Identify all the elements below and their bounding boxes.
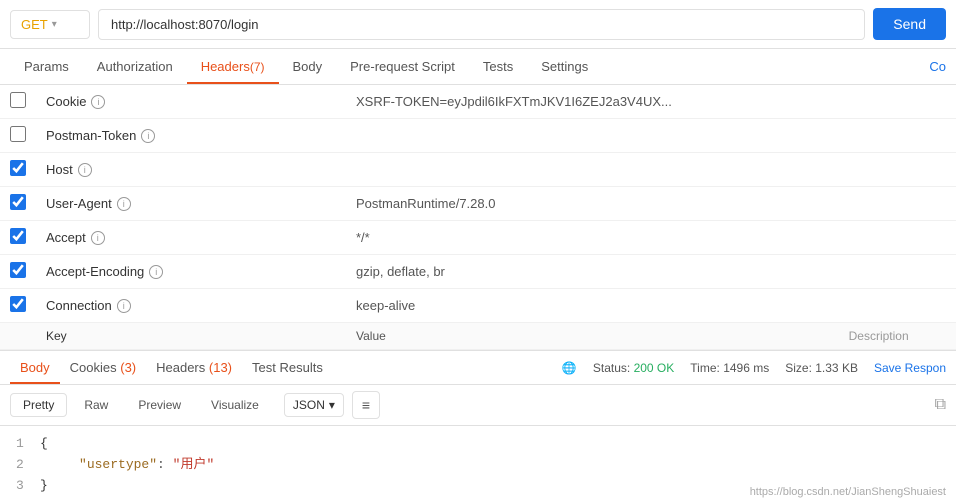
headers-badge: (13) <box>209 360 232 375</box>
header-checkbox-0[interactable] <box>10 92 26 108</box>
header-desc-2 <box>839 153 956 187</box>
cookies-badge: (3) <box>120 360 136 375</box>
info-icon-0[interactable]: i <box>91 95 105 109</box>
col-value: Value <box>346 323 839 350</box>
watermark: https://blog.csdn.net/JianShengShuaiest <box>750 486 946 498</box>
tab-prerequest[interactable]: Pre-request Script <box>336 49 469 84</box>
request-tabs: Params Authorization Headers(7) Body Pre… <box>0 49 956 85</box>
header-value-5: gzip, deflate, br <box>346 255 839 289</box>
table-row: User-Agent i PostmanRuntime/7.28.0 <box>0 187 956 221</box>
globe-icon: 🌐 <box>562 361 577 375</box>
tab-more[interactable]: Co <box>929 59 946 74</box>
header-checkbox-1[interactable] <box>10 126 26 142</box>
info-icon-1[interactable]: i <box>141 129 155 143</box>
tab-settings[interactable]: Settings <box>527 49 602 84</box>
response-tabs-row: Body Cookies (3) Headers (13) Test Resul… <box>0 351 956 385</box>
table-row: Cookie i XSRF-TOKEN=eyJpdil6IkFXTmJKV1I6… <box>0 85 956 119</box>
header-checkbox-6[interactable] <box>10 296 26 312</box>
header-value-0: XSRF-TOKEN=eyJpdil6IkFXTmJKV1I6ZEJ2a3V4U… <box>346 85 839 119</box>
format-chevron-icon: ▾ <box>329 398 335 412</box>
tab-authorization[interactable]: Authorization <box>83 49 187 84</box>
col-description: Description <box>839 323 956 350</box>
copy-icon[interactable]: ⧉ <box>935 396 946 414</box>
json-line-2: 2 "usertype": "用户" <box>16 455 940 476</box>
format-label: JSON <box>293 398 325 412</box>
header-desc-0 <box>839 85 956 119</box>
table-row: Postman-Token i <box>0 119 956 153</box>
view-tab-preview[interactable]: Preview <box>125 393 194 417</box>
method-chevron-icon: ▾ <box>52 19 57 30</box>
send-button[interactable]: Send <box>873 8 946 40</box>
table-row: Accept-Encoding i gzip, deflate, br <box>0 255 956 289</box>
table-row: Connection i keep-alive <box>0 289 956 323</box>
tab-params[interactable]: Params <box>10 49 83 84</box>
header-key-5: Accept-Encoding <box>46 264 144 279</box>
response-tab-cookies-label: Cookies <box>70 360 117 375</box>
response-section: Body Cookies (3) Headers (13) Test Resul… <box>0 350 956 504</box>
header-checkbox-5[interactable] <box>10 262 26 278</box>
header-desc-1 <box>839 119 956 153</box>
url-input[interactable] <box>98 9 865 40</box>
response-tab-cookies[interactable]: Cookies (3) <box>60 351 146 384</box>
header-desc-4 <box>839 221 956 255</box>
view-tab-raw[interactable]: Raw <box>71 393 121 417</box>
view-tab-pretty[interactable]: Pretty <box>10 393 67 417</box>
response-tab-testresults-label: Test Results <box>252 360 323 375</box>
header-checkbox-2[interactable] <box>10 160 26 176</box>
header-key-4: Accept <box>46 230 86 245</box>
header-desc-6 <box>839 289 956 323</box>
info-icon-5[interactable]: i <box>149 265 163 279</box>
tab-tests[interactable]: Tests <box>469 49 527 84</box>
response-tab-testresults[interactable]: Test Results <box>242 351 333 384</box>
headers-table: Cookie i XSRF-TOKEN=eyJpdil6IkFXTmJKV1I6… <box>0 85 956 350</box>
header-checkbox-4[interactable] <box>10 228 26 244</box>
column-header-row: Key Value Description <box>0 323 956 350</box>
header-desc-3 <box>839 187 956 221</box>
header-key-2: Host <box>46 162 73 177</box>
header-value-2 <box>346 153 839 187</box>
method-select[interactable]: GET ▾ <box>10 10 90 39</box>
header-value-3: PostmanRuntime/7.28.0 <box>346 187 839 221</box>
info-icon-3[interactable]: i <box>117 197 131 211</box>
header-key-1: Postman-Token <box>46 128 136 143</box>
info-icon-4[interactable]: i <box>91 231 105 245</box>
col-key: Key <box>36 323 346 350</box>
save-response-link[interactable]: Save Respon <box>874 361 946 375</box>
tab-body[interactable]: Body <box>279 49 337 84</box>
response-tab-body[interactable]: Body <box>10 351 60 384</box>
table-row: Host i <box>0 153 956 187</box>
wrap-icon[interactable]: ≡ <box>352 391 380 419</box>
info-icon-2[interactable]: i <box>78 163 92 177</box>
format-select[interactable]: JSON ▾ <box>284 393 344 417</box>
method-label: GET <box>21 17 48 32</box>
response-tab-body-label: Body <box>20 360 50 375</box>
header-key-3: User-Agent <box>46 196 112 211</box>
view-tab-visualize[interactable]: Visualize <box>198 393 272 417</box>
url-bar: GET ▾ Send <box>0 0 956 49</box>
time-label: Time: 1496 ms <box>690 361 769 375</box>
response-tab-headers[interactable]: Headers (13) <box>146 351 242 384</box>
header-key-6: Connection <box>46 298 112 313</box>
info-icon-6[interactable]: i <box>117 299 131 313</box>
header-value-6: keep-alive <box>346 289 839 323</box>
header-key-0: Cookie <box>46 94 86 109</box>
json-line-1: 1{ <box>16 434 940 455</box>
response-view-tabs: Pretty Raw Preview Visualize JSON ▾ ≡ ⧉ <box>0 385 956 426</box>
response-status-bar: 🌐 Status: 200 OK Time: 1496 ms Size: 1.3… <box>562 361 946 375</box>
tab-headers[interactable]: Headers(7) <box>187 49 279 84</box>
status-label: Status: 200 OK <box>593 361 674 375</box>
table-row: Accept i */* <box>0 221 956 255</box>
header-checkbox-3[interactable] <box>10 194 26 210</box>
header-value-4: */* <box>346 221 839 255</box>
header-desc-5 <box>839 255 956 289</box>
size-label: Size: 1.33 KB <box>785 361 858 375</box>
header-value-1 <box>346 119 839 153</box>
response-tab-headers-label: Headers <box>156 360 205 375</box>
